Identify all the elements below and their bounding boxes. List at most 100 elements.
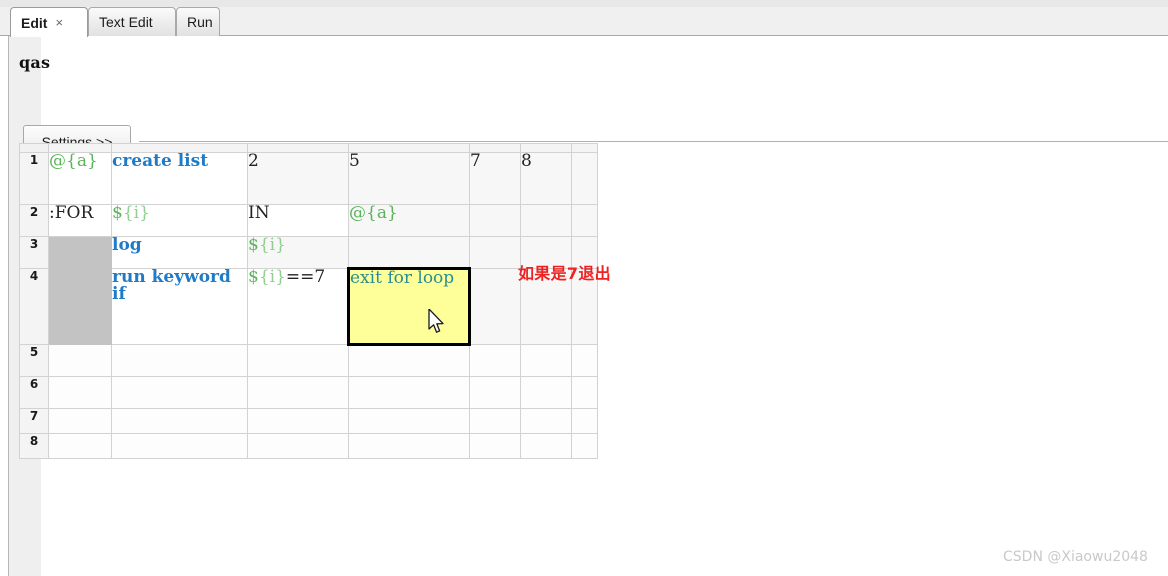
tab-run[interactable]: Run — [176, 7, 220, 36]
grid-cell-r8c2[interactable] — [111, 433, 248, 459]
table-row: 6 — [19, 376, 598, 409]
grid-cell-r6c5[interactable] — [469, 376, 521, 409]
cell-text: run keyword if — [112, 268, 231, 305]
row-number[interactable]: 7 — [19, 408, 49, 434]
table-row: 5 — [19, 344, 598, 377]
grid-col-header-3[interactable] — [247, 143, 349, 153]
grid-cell-r5c1[interactable] — [48, 344, 112, 377]
grid-cell-r7c7[interactable] — [571, 408, 598, 434]
grid-cell-r5c2[interactable] — [111, 344, 248, 377]
grid-cell-r1c1[interactable]: @{a} — [48, 152, 112, 205]
grid-cell-r7c6[interactable] — [520, 408, 572, 434]
row-number[interactable]: 8 — [19, 433, 49, 459]
table-row: 2 :FOR ${i} IN @{a} — [19, 204, 598, 237]
cell-text: 5 — [349, 152, 360, 171]
grid-cell-r6c6[interactable] — [520, 376, 572, 409]
tab-edit[interactable]: Edit × — [10, 7, 88, 37]
grid-col-header-7[interactable] — [571, 143, 598, 153]
cell-text-body: {i} — [258, 268, 286, 287]
grid-cell-r5c7[interactable] — [571, 344, 598, 377]
tab-text-edit[interactable]: Text Edit — [88, 7, 176, 36]
grid-cell-r4c5[interactable] — [469, 268, 521, 345]
cell-text: 7 — [470, 152, 481, 171]
grid-cell-r6c3[interactable] — [247, 376, 349, 409]
tab-bar: Edit × Text Edit Run — [0, 0, 1168, 37]
grid-cell-for-block[interactable] — [48, 236, 112, 269]
grid-corner-cell — [19, 143, 49, 153]
grid-cell-r8c1[interactable] — [48, 433, 112, 459]
grid-col-header-2[interactable] — [111, 143, 248, 153]
grid-cell-r5c3[interactable] — [247, 344, 349, 377]
keyword-grid[interactable]: 1 @{a} create list 2 5 7 8 2 :FOR ${i} I… — [19, 143, 599, 459]
grid-cell-r7c2[interactable] — [111, 408, 248, 434]
grid-cell-r5c6[interactable] — [520, 344, 572, 377]
cell-text: @{a} — [349, 204, 398, 223]
editor-panel: qas Settings >> 1 @{a} create list 2 5 7… — [0, 36, 1168, 576]
grid-col-header-6[interactable] — [520, 143, 572, 153]
grid-cell-r7c1[interactable] — [48, 408, 112, 434]
grid-header-row — [19, 143, 598, 153]
grid-cell-r8c6[interactable] — [520, 433, 572, 459]
row-number[interactable]: 4 — [19, 268, 49, 345]
table-row: 8 — [19, 433, 598, 459]
grid-cell-r7c4[interactable] — [348, 408, 470, 434]
grid-cell-r1c6[interactable]: 8 — [520, 152, 572, 205]
grid-cell-r3c4[interactable] — [348, 236, 470, 269]
grid-cell-r4c3[interactable]: ${i}==7 — [247, 268, 349, 345]
grid-cell-r2c6[interactable] — [520, 204, 572, 237]
grid-cell-r5c5[interactable] — [469, 344, 521, 377]
grid-cell-r8c5[interactable] — [469, 433, 521, 459]
table-row: 1 @{a} create list 2 5 7 8 — [19, 152, 598, 205]
cell-text: $ — [248, 236, 259, 255]
grid-cell-r3c3[interactable]: ${i} — [247, 236, 349, 269]
row-number[interactable]: 5 — [19, 344, 49, 377]
grid-cell-r7c5[interactable] — [469, 408, 521, 434]
grid-cell-r1c7[interactable] — [571, 152, 598, 205]
cell-text-body: {i} — [122, 204, 150, 223]
grid-cell-r2c4[interactable]: @{a} — [348, 204, 470, 237]
page-title: qas — [19, 53, 51, 72]
table-row: 7 — [19, 408, 598, 434]
cell-text: create list — [112, 152, 209, 171]
grid-cell-r6c7[interactable] — [571, 376, 598, 409]
grid-cell-r8c4[interactable] — [348, 433, 470, 459]
row-number[interactable]: 1 — [19, 152, 49, 205]
grid-cell-r8c7[interactable] — [571, 433, 598, 459]
grid-cell-r1c4[interactable]: 5 — [348, 152, 470, 205]
grid-col-header-5[interactable] — [469, 143, 521, 153]
grid-cell-r2c2[interactable]: ${i} — [111, 204, 248, 237]
grid-cell-r4c2[interactable]: run keyword if — [111, 268, 248, 345]
grid-col-header-1[interactable] — [48, 143, 112, 153]
row-number[interactable]: 3 — [19, 236, 49, 269]
grid-cell-r5c4[interactable] — [348, 344, 470, 377]
grid-cell-r1c3[interactable]: 2 — [247, 152, 349, 205]
row-number[interactable]: 6 — [19, 376, 49, 409]
panel-frame: qas Settings >> 1 @{a} create list 2 5 7… — [8, 36, 1168, 576]
grid-cell-r7c3[interactable] — [247, 408, 349, 434]
annotation-text: 如果是7退出 — [518, 264, 611, 283]
grid-cell-r1c5[interactable]: 7 — [469, 152, 521, 205]
cell-text: :FOR — [49, 204, 94, 223]
row-number[interactable]: 2 — [19, 204, 49, 237]
close-icon[interactable]: × — [55, 16, 63, 29]
settings-divider — [139, 141, 1168, 142]
grid-cell-r3c5[interactable] — [469, 236, 521, 269]
grid-cell-r1c2[interactable]: create list — [111, 152, 248, 205]
grid-cell-r8c3[interactable] — [247, 433, 349, 459]
grid-cell-for-block-2[interactable] — [48, 268, 112, 345]
grid-cell-r6c4[interactable] — [348, 376, 470, 409]
grid-cell-r2c5[interactable] — [469, 204, 521, 237]
grid-cell-r2c1[interactable]: :FOR — [48, 204, 112, 237]
grid-cell-r2c3[interactable]: IN — [247, 204, 349, 237]
cell-text: log — [112, 236, 142, 255]
grid-col-header-4[interactable] — [348, 143, 470, 153]
tab-edit-label: Edit — [21, 14, 48, 31]
grid-cell-r2c7[interactable] — [571, 204, 598, 237]
table-row: 3 log ${i} — [19, 236, 598, 269]
grid-cell-r6c1[interactable] — [48, 376, 112, 409]
cell-text: 2 — [248, 152, 259, 171]
grid-cell-r3c2[interactable]: log — [111, 236, 248, 269]
grid-cell-r6c2[interactable] — [111, 376, 248, 409]
grid-cell-selected[interactable]: exit for loop — [347, 267, 471, 346]
cell-text-op: ==7 — [285, 268, 326, 287]
